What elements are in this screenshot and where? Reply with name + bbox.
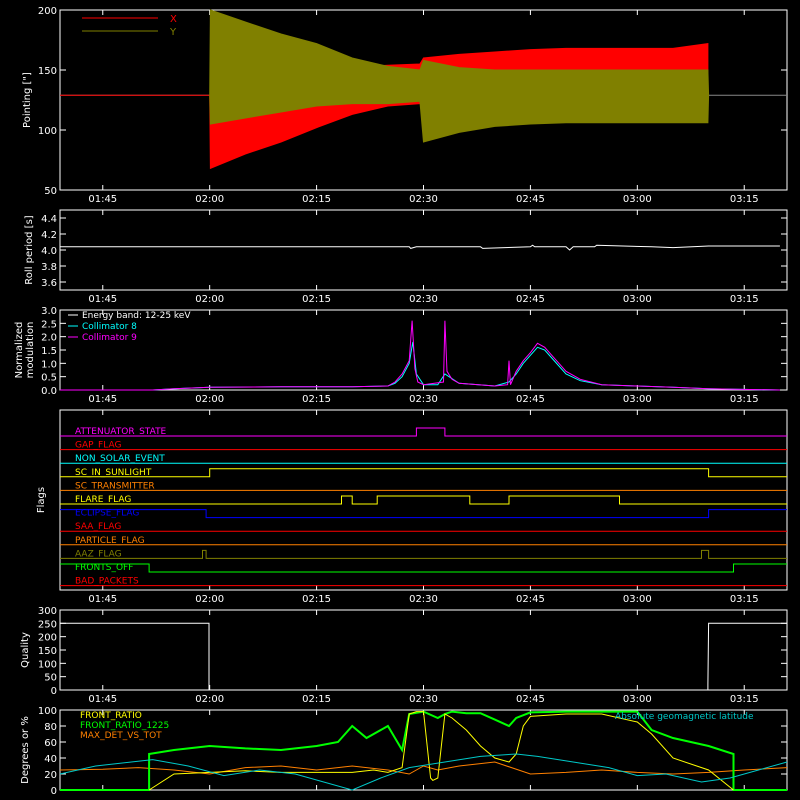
- x-tick-label: 03:15: [730, 294, 759, 305]
- x-tick-label: 02:15: [302, 694, 331, 705]
- x-tick-label: 02:30: [409, 394, 438, 405]
- x-tick-label: 02:15: [302, 194, 331, 205]
- y-tick-label: 3.0: [41, 306, 57, 317]
- legend-label: Y: [169, 27, 177, 38]
- y-axis-label: Degrees or %: [20, 716, 31, 784]
- x-tick-label: 02:00: [195, 394, 224, 405]
- y-axis-label: Pointing ["]: [22, 72, 33, 128]
- y-axis-label: Roll period [s]: [24, 215, 35, 284]
- x-tick-label: 01:45: [88, 394, 117, 405]
- x-tick-label: 03:00: [623, 394, 652, 405]
- x-tick-label: 02:30: [409, 194, 438, 205]
- y-tick-label: 60: [44, 738, 57, 749]
- legend-label: MAX_DET_VS_TOT: [80, 731, 162, 741]
- x-tick-label: 03:00: [623, 294, 652, 305]
- legend-label: FRONT_RATIO: [80, 711, 142, 721]
- x-tick-label: 02:30: [409, 294, 438, 305]
- y-tick-label: 100: [38, 706, 57, 717]
- x-tick-label: 03:00: [623, 194, 652, 205]
- y-tick-label: 4.2: [41, 230, 57, 241]
- quicklook-figure: 01:45 02:00 02:15 02:30 02:45 03:00 03:15 50 100…: [0, 0, 800, 800]
- x-tick-label: 02:00: [195, 694, 224, 705]
- y-tick-label: 2.0: [41, 333, 57, 344]
- x-tick-label: 03:00: [623, 594, 652, 605]
- legend-label: Absolute geomagnetic latitude: [615, 712, 754, 722]
- x-tick-label: 02:15: [302, 294, 331, 305]
- legend-label: X: [170, 14, 177, 25]
- y-tick-label: 50: [44, 673, 57, 684]
- y-tick-label: 2.5: [41, 319, 57, 330]
- x-tick-label: 03:00: [623, 694, 652, 705]
- y-axis-label: modulation: [25, 322, 36, 379]
- y-tick-label: 100: [38, 659, 57, 670]
- x-tick-label: 03:15: [730, 594, 759, 605]
- x-tick-label: 02:45: [516, 694, 545, 705]
- x-tick-label: 03:15: [730, 694, 759, 705]
- x-tick-label: 02:00: [195, 194, 224, 205]
- y-tick-label: 250: [38, 619, 57, 630]
- x-tick-label: 01:45: [88, 594, 117, 605]
- y-tick-label: 200: [38, 633, 57, 644]
- legend-label: Collimator 8: [82, 322, 137, 332]
- y-tick-label: 0: [51, 686, 57, 697]
- x-tick-label: 02:30: [409, 594, 438, 605]
- y-axis-label: Normalized: [14, 322, 25, 379]
- y-tick-label: 0.5: [41, 373, 57, 384]
- y-tick-label: 100: [38, 126, 57, 137]
- y-axis-label: Flags: [36, 487, 47, 513]
- y-tick-label: 200: [38, 6, 57, 17]
- y-tick-label: 0: [51, 786, 57, 797]
- y-tick-label: 1.0: [41, 359, 57, 370]
- y-tick-label: 3.6: [41, 278, 57, 289]
- x-tick-label: 01:45: [88, 294, 117, 305]
- x-tick-label: 01:45: [88, 194, 117, 205]
- legend-label: Energy band: 12-25 keV: [82, 311, 191, 321]
- x-tick-label: 02:15: [302, 594, 331, 605]
- y-tick-label: 4.0: [41, 246, 57, 257]
- x-tick-label: 02:00: [195, 594, 224, 605]
- y-tick-label: 150: [38, 66, 57, 77]
- x-tick-label: 02:00: [195, 294, 224, 305]
- x-tick-label: 02:45: [516, 594, 545, 605]
- x-tick-label: 02:30: [409, 694, 438, 705]
- y-tick-label: 150: [38, 646, 57, 657]
- x-tick-label: 02:15: [302, 394, 331, 405]
- x-tick-label: 02:45: [516, 394, 545, 405]
- x-tick-label: 02:45: [516, 294, 545, 305]
- x-tick-label: 01:45: [88, 694, 117, 705]
- x-tick-label: 03:15: [730, 194, 759, 205]
- y-tick-label: 300: [38, 606, 57, 617]
- y-tick-label: 20: [44, 770, 57, 781]
- y-tick-label: 0.0: [41, 386, 57, 397]
- x-tick-label: 02:45: [516, 194, 545, 205]
- x-tick-label: 03:15: [730, 394, 759, 405]
- legend-label: FRONT_RATIO_1225: [80, 721, 169, 731]
- y-tick-label: 4.4: [41, 214, 57, 225]
- y-tick-label: 40: [44, 754, 57, 765]
- y-tick-label: 1.5: [41, 346, 57, 357]
- y-tick-label: 3.8: [41, 262, 57, 273]
- y-tick-label: 50: [44, 186, 57, 197]
- y-axis-label: Quality: [20, 632, 31, 668]
- y-tick-label: 80: [44, 722, 57, 733]
- legend-label: Collimator 9: [82, 333, 137, 343]
